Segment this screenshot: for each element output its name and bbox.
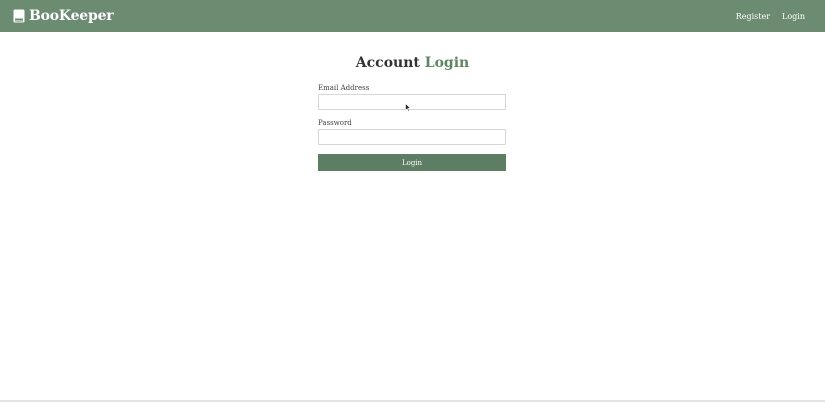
login-form: Email Address Password Login bbox=[318, 84, 506, 171]
main-content: Account Login Email Address Password Log… bbox=[0, 32, 825, 400]
page-title-prefix: Account bbox=[355, 55, 420, 71]
top-navbar: BooKeeper Register Login bbox=[0, 0, 825, 32]
nav-register-link[interactable]: Register bbox=[736, 12, 770, 21]
brand-link[interactable]: BooKeeper bbox=[13, 8, 114, 24]
password-label: Password bbox=[318, 119, 352, 127]
page-title: Account Login bbox=[0, 55, 825, 71]
book-icon bbox=[13, 9, 25, 23]
nav-links: Register Login bbox=[736, 12, 805, 21]
email-field-group: Email Address bbox=[318, 84, 506, 110]
password-field-group: Password bbox=[318, 119, 506, 145]
nav-login-link[interactable]: Login bbox=[782, 12, 805, 21]
email-label: Email Address bbox=[318, 84, 370, 92]
password-field[interactable] bbox=[318, 129, 506, 145]
email-field[interactable] bbox=[318, 94, 506, 110]
page-title-accent: Login bbox=[424, 55, 470, 71]
mouse-cursor-icon bbox=[405, 103, 411, 112]
brand-name: BooKeeper bbox=[29, 8, 114, 24]
login-button[interactable]: Login bbox=[318, 154, 506, 171]
